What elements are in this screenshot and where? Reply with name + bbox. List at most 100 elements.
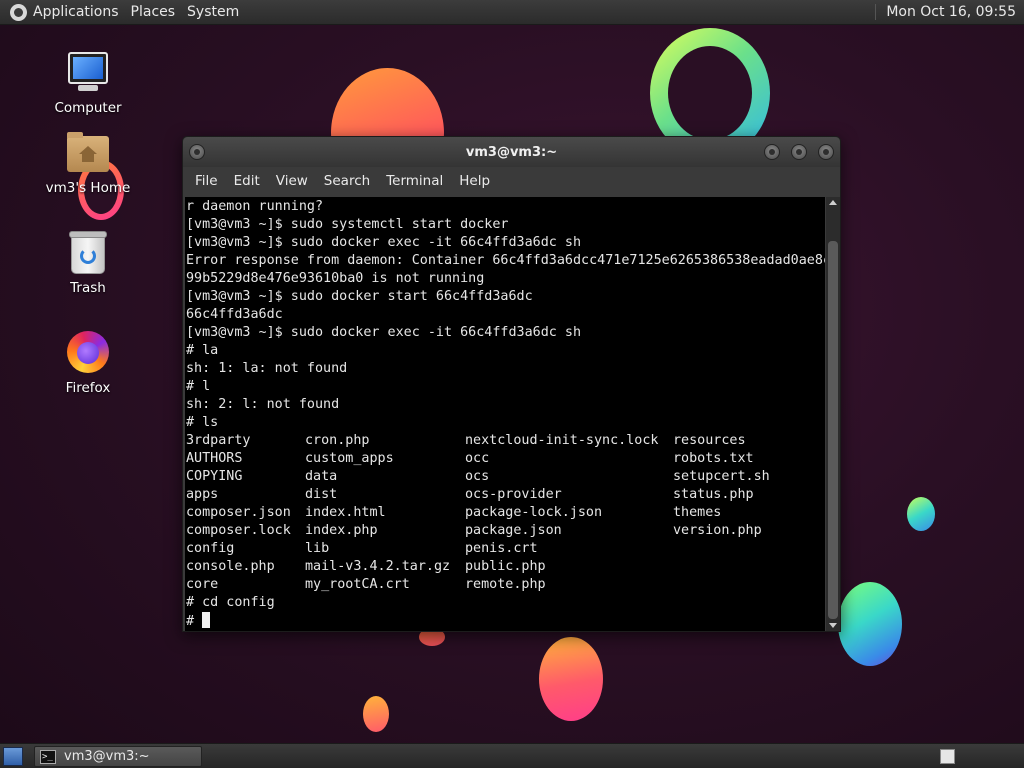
trash-icon	[66, 230, 110, 274]
workspace-switcher[interactable]	[940, 749, 955, 764]
ls-entry: COPYING	[186, 469, 243, 484]
desktop-icon-firefox[interactable]: Firefox	[38, 330, 138, 396]
panel-clock[interactable]: Mon Oct 16, 09:55	[875, 4, 1016, 20]
wallpaper-shape	[363, 696, 389, 732]
maximize-icon[interactable]	[791, 144, 807, 160]
terminal-line: # cd config	[186, 595, 275, 610]
ls-entry: remote.php	[465, 577, 546, 592]
menu-search[interactable]: Search	[316, 173, 378, 189]
ls-entry: data	[305, 469, 338, 484]
ls-entry: index.php	[305, 523, 378, 538]
close-icon[interactable]	[818, 144, 834, 160]
ls-column: cron.php custom_apps data dist index.htm…	[305, 432, 465, 594]
terminal-line: [vm3@vm3 ~]$ sudo systemctl start docker	[186, 217, 509, 232]
scroll-up-icon[interactable]	[829, 200, 837, 205]
ls-entry: occ	[465, 451, 490, 466]
ls-column: nextcloud-init-sync.lock occ ocs ocs-pro…	[465, 432, 673, 594]
terminal-prompt: #	[186, 614, 195, 629]
minimize-icon[interactable]	[764, 144, 780, 160]
desktop-icon-label: Trash	[70, 280, 106, 296]
ls-entry: penis.crt	[465, 541, 538, 556]
computer-icon	[66, 50, 110, 94]
terminal-line: [vm3@vm3 ~]$ sudo docker exec -it 66c4ff…	[186, 325, 582, 340]
ls-entry: ocs	[465, 469, 490, 484]
ls-entry: themes	[673, 505, 722, 520]
places-menu[interactable]: Places	[131, 4, 176, 20]
ls-entry: 3rdparty	[186, 433, 251, 448]
terminal-menubar: File Edit View Search Terminal Help	[183, 167, 840, 195]
terminal-output[interactable]: r daemon running? [vm3@vm3 ~]$ sudo syst…	[185, 197, 825, 631]
ls-entry: public.php	[465, 559, 546, 574]
ls-entry: core	[186, 577, 219, 592]
ls-entry: status.php	[673, 487, 754, 502]
ls-entry: composer.lock	[186, 523, 291, 538]
wallpaper-shape	[907, 497, 935, 531]
ls-entry: my_rootCA.crt	[305, 577, 410, 592]
show-desktop-icon[interactable]	[3, 747, 23, 766]
desktop-icon-trash[interactable]: Trash	[38, 230, 138, 296]
ls-entry: dist	[305, 487, 338, 502]
terminal-line: 99b5229d8e476e93610ba0 is not running	[186, 271, 485, 286]
wallpaper-shape	[539, 637, 603, 721]
desktop-icon-label: vm3's Home	[45, 180, 131, 196]
ls-entry: apps	[186, 487, 219, 502]
terminal-scrollbar[interactable]	[826, 197, 840, 631]
terminal-line: Error response from daemon: Container 66…	[186, 253, 825, 268]
firefox-icon	[66, 330, 110, 374]
ls-column: 3rdparty AUTHORS COPYING apps composer.j…	[185, 432, 305, 594]
terminal-line: # ls	[186, 415, 219, 430]
ls-entry: console.php	[186, 559, 275, 574]
ls-entry: composer.json	[186, 505, 291, 520]
menu-terminal[interactable]: Terminal	[378, 173, 451, 189]
terminal-line: 66c4ffd3a6dc	[186, 307, 283, 322]
desktop-icon-home[interactable]: vm3's Home	[38, 130, 138, 196]
ls-entry: custom_apps	[305, 451, 394, 466]
taskbar-item-label: vm3@vm3:~	[64, 749, 150, 764]
ls-entry: lib	[305, 541, 330, 556]
menu-file[interactable]: File	[187, 173, 226, 189]
desktop-icon-computer[interactable]: Computer	[38, 50, 138, 116]
window-titlebar[interactable]: vm3@vm3:~	[183, 137, 840, 167]
wallpaper-shape	[838, 582, 902, 666]
scroll-down-icon[interactable]	[829, 623, 837, 628]
ls-entry: version.php	[673, 523, 762, 538]
ls-entry: nextcloud-init-sync.lock	[465, 433, 659, 448]
ls-entry: cron.php	[305, 433, 370, 448]
terminal-line: # la	[186, 343, 219, 358]
terminal-window[interactable]: vm3@vm3:~ File Edit View Search Terminal…	[182, 136, 841, 632]
top-panel: Applications Places System Mon Oct 16, 0…	[0, 0, 1024, 25]
desktop-icon-label: Computer	[54, 100, 122, 116]
taskbar-item-terminal[interactable]: >_ vm3@vm3:~	[34, 746, 202, 767]
text-cursor	[202, 612, 211, 628]
ls-entry: ocs-provider	[465, 487, 562, 502]
menu-help[interactable]: Help	[451, 173, 498, 189]
terminal-prompt-line: #	[185, 612, 825, 630]
terminal-line: [vm3@vm3 ~]$ sudo docker exec -it 66c4ff…	[186, 235, 582, 250]
ls-entry: AUTHORS	[186, 451, 243, 466]
applications-menu[interactable]: Applications	[33, 4, 119, 20]
desktop-icon-label: Firefox	[65, 380, 111, 396]
ls-entry: robots.txt	[673, 451, 754, 466]
ls-entry: index.html	[305, 505, 386, 520]
ls-entry: package.json	[465, 523, 562, 538]
ls-entry: config	[186, 541, 235, 556]
menu-edit[interactable]: Edit	[226, 173, 268, 189]
system-menu[interactable]: System	[187, 4, 239, 20]
home-folder-icon	[66, 130, 110, 174]
distro-logo-icon[interactable]	[10, 3, 27, 21]
ls-entry: mail-v3.4.2.tar.gz	[305, 559, 451, 574]
ls-entry: resources	[673, 433, 746, 448]
terminal-line: sh: 2: l: not found	[186, 397, 340, 412]
ls-entry: setupcert.sh	[673, 469, 770, 484]
terminal-line: [vm3@vm3 ~]$ sudo docker start 66c4ffd3a…	[186, 289, 533, 304]
ls-entry: package-lock.json	[465, 505, 603, 520]
ls-output: 3rdparty AUTHORS COPYING apps composer.j…	[185, 432, 825, 594]
window-menu-icon[interactable]	[189, 144, 205, 160]
terminal-line: # l	[186, 379, 211, 394]
ls-column: resources robots.txt setupcert.sh status…	[673, 432, 813, 594]
terminal-icon: >_	[40, 749, 56, 764]
window-title: vm3@vm3:~	[465, 144, 558, 160]
menu-view[interactable]: View	[268, 173, 316, 189]
terminal-line: r daemon running?	[186, 199, 324, 214]
scroll-thumb[interactable]	[828, 241, 838, 619]
